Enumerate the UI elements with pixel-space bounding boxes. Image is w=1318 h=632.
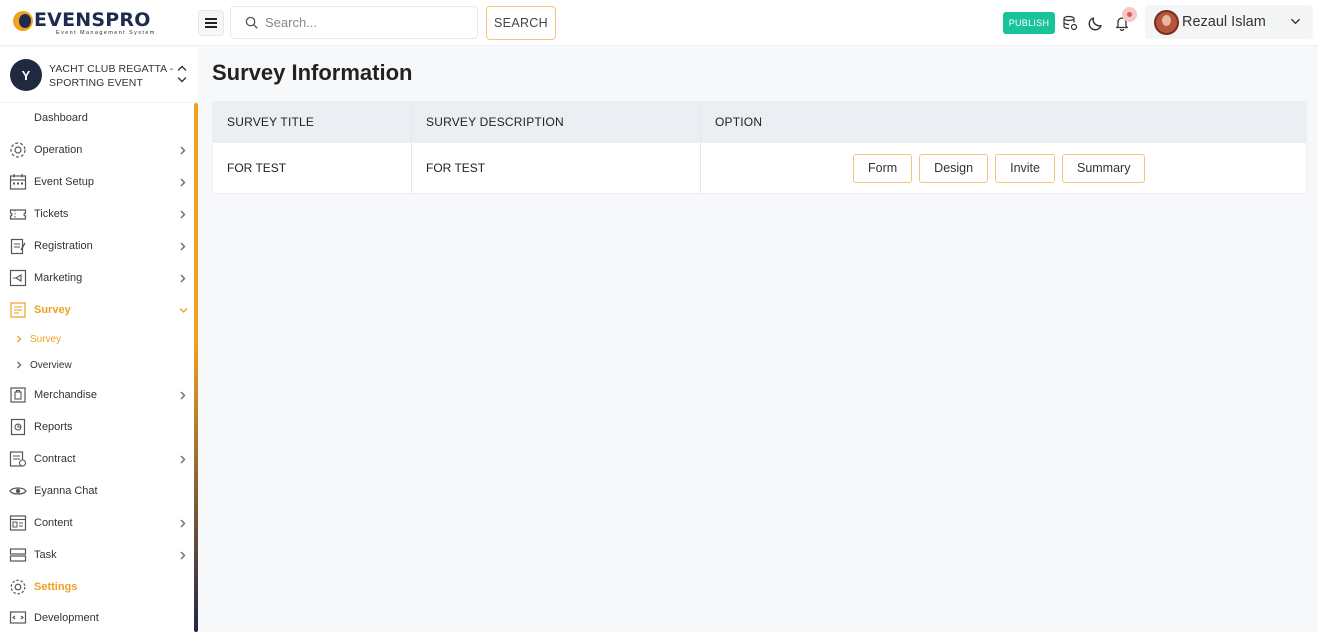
- sidebar-subitem-survey[interactable]: Survey: [0, 327, 194, 351]
- sidebar-item-label: Operation: [34, 144, 83, 156]
- ticket-icon: [9, 209, 27, 220]
- chevron-right-icon: [180, 391, 186, 400]
- sidebar-item-label: Development: [34, 612, 99, 624]
- sidebar-item-registration[interactable]: Registration: [0, 231, 194, 261]
- sidebar-item-operation[interactable]: Operation: [0, 135, 194, 165]
- chevron-right-icon: [17, 335, 22, 343]
- event-avatar: Y: [10, 59, 42, 91]
- sidebar-item-label: Marketing: [34, 272, 83, 284]
- hamburger-menu-button[interactable]: [198, 10, 224, 36]
- sidebar-item-reports[interactable]: Reports: [0, 412, 194, 442]
- top-header: EVENSPRO Event Management System SEARCH …: [0, 0, 1318, 46]
- logo-mark-icon: [13, 11, 33, 31]
- sidebar-item-task[interactable]: Task: [0, 540, 194, 570]
- development-icon: [9, 611, 27, 624]
- search-input[interactable]: [265, 15, 465, 30]
- chevron-right-icon: [180, 274, 186, 283]
- sidebar-item-label: Registration: [34, 240, 93, 252]
- search-icon: [245, 16, 258, 29]
- sidebar-item-label: Survey: [34, 304, 71, 316]
- search-box: [230, 6, 478, 39]
- logo-tagline: Event Management System: [56, 30, 156, 36]
- sidebar-item-merchandise[interactable]: Merchandise: [0, 380, 194, 410]
- sidebar-item-label: Content: [34, 517, 73, 529]
- design-button[interactable]: Design: [919, 153, 989, 183]
- sidebar-item-development[interactable]: Development: [0, 603, 194, 632]
- sidebar-item-marketing[interactable]: Marketing: [0, 263, 194, 293]
- chevron-right-icon: [17, 361, 22, 369]
- sidebar-item-label: Tickets: [34, 208, 69, 220]
- summary-button[interactable]: Summary: [1061, 153, 1146, 183]
- chevron-right-icon: [180, 455, 186, 464]
- cell-options: Form Design Invite Summary: [701, 143, 1306, 193]
- gear-icon: [10, 142, 26, 158]
- user-avatar: [1154, 9, 1179, 35]
- survey-icon: [10, 302, 26, 318]
- sidebar-item-contract[interactable]: Contract: [0, 444, 194, 474]
- sidebar-item-survey[interactable]: Survey: [0, 295, 194, 325]
- chevron-right-icon: [180, 210, 186, 219]
- table-row: FOR TEST FOR TEST Form Design Invite Sum…: [213, 142, 1306, 193]
- sidebar-item-label: Merchandise: [34, 389, 97, 401]
- column-header-option: OPTION: [715, 115, 763, 129]
- megaphone-icon: [9, 269, 27, 287]
- cell-survey-description: FOR TEST: [412, 143, 701, 193]
- contract-icon: [9, 451, 27, 467]
- chevron-right-icon: [180, 519, 186, 528]
- sidebar-item-tickets[interactable]: Tickets: [0, 199, 194, 229]
- sidebar-item-label: Eyanna Chat: [34, 485, 98, 497]
- hamburger-icon: [205, 22, 217, 24]
- sidebar-scrollbar[interactable]: [194, 103, 198, 632]
- sidebar-item-dashboard[interactable]: Dashboard: [0, 103, 194, 133]
- settings-icon: [10, 579, 26, 595]
- app-logo[interactable]: EVENSPRO Event Management System: [13, 10, 156, 36]
- sidebar-item-settings[interactable]: Settings: [0, 572, 194, 602]
- sidebar-item-content[interactable]: Content: [0, 508, 194, 538]
- chevron-right-icon: [180, 551, 186, 560]
- column-header-survey-description: SURVEY DESCRIPTION: [412, 102, 701, 142]
- dark-mode-moon-icon[interactable]: [1087, 14, 1105, 32]
- event-name: YACHT CLUB REGATTA - SPORTING EVENT: [49, 63, 174, 89]
- sidebar-item-label: Contract: [34, 453, 76, 465]
- content-icon: [9, 515, 27, 531]
- report-icon: [10, 418, 26, 436]
- chevron-right-icon: [180, 146, 186, 155]
- column-header-survey-title: SURVEY TITLE: [213, 102, 412, 142]
- clipboard-icon: [10, 238, 26, 255]
- sidebar-subitem-overview[interactable]: Overview: [0, 353, 194, 377]
- chevron-right-icon: [180, 178, 186, 187]
- chevron-right-icon: [180, 242, 186, 251]
- sidebar-item-label: Event Setup: [34, 176, 94, 188]
- sidebar-subitem-label: Overview: [30, 359, 72, 371]
- database-icon[interactable]: [1061, 14, 1079, 32]
- page-title: Survey Information: [212, 60, 413, 85]
- survey-table: SURVEY TITLE SURVEY DESCRIPTION OPTION F…: [212, 101, 1307, 194]
- sidebar-item-label: Settings: [34, 581, 78, 593]
- chevron-down-icon: [179, 308, 188, 313]
- user-name: Rezaul Islam: [1182, 14, 1266, 30]
- bag-icon: [10, 387, 26, 403]
- sidebar-item-label: Dashboard: [34, 112, 88, 124]
- search-button[interactable]: SEARCH: [486, 6, 556, 40]
- task-icon: [9, 548, 27, 562]
- publish-button[interactable]: PUBLISH: [1003, 12, 1055, 34]
- sidebar-item-label: Reports: [34, 421, 73, 433]
- chevron-updown-icon: [177, 65, 187, 83]
- logo-wordmark: EVENSPRO: [34, 9, 151, 31]
- notification-badge: [1122, 7, 1137, 22]
- calendar-icon: [9, 174, 27, 190]
- table-header-row: SURVEY TITLE SURVEY DESCRIPTION OPTION: [213, 102, 1306, 142]
- sidebar-item-label: Task: [34, 549, 57, 561]
- user-menu[interactable]: Rezaul Islam: [1145, 5, 1313, 39]
- event-selector[interactable]: Y YACHT CLUB REGATTA - SPORTING EVENT: [0, 47, 198, 103]
- chevron-down-icon: [1291, 18, 1300, 25]
- invite-button[interactable]: Invite: [995, 153, 1055, 183]
- cell-survey-title: FOR TEST: [213, 143, 412, 193]
- sidebar: Y YACHT CLUB REGATTA - SPORTING EVENT Da…: [0, 47, 198, 632]
- sidebar-subitem-label: Survey: [30, 333, 62, 345]
- sidebar-item-eyanna-chat[interactable]: Eyanna Chat: [0, 476, 194, 506]
- form-button[interactable]: Form: [853, 153, 913, 183]
- eye-chat-icon: [9, 487, 27, 495]
- sidebar-item-event-setup[interactable]: Event Setup: [0, 167, 194, 197]
